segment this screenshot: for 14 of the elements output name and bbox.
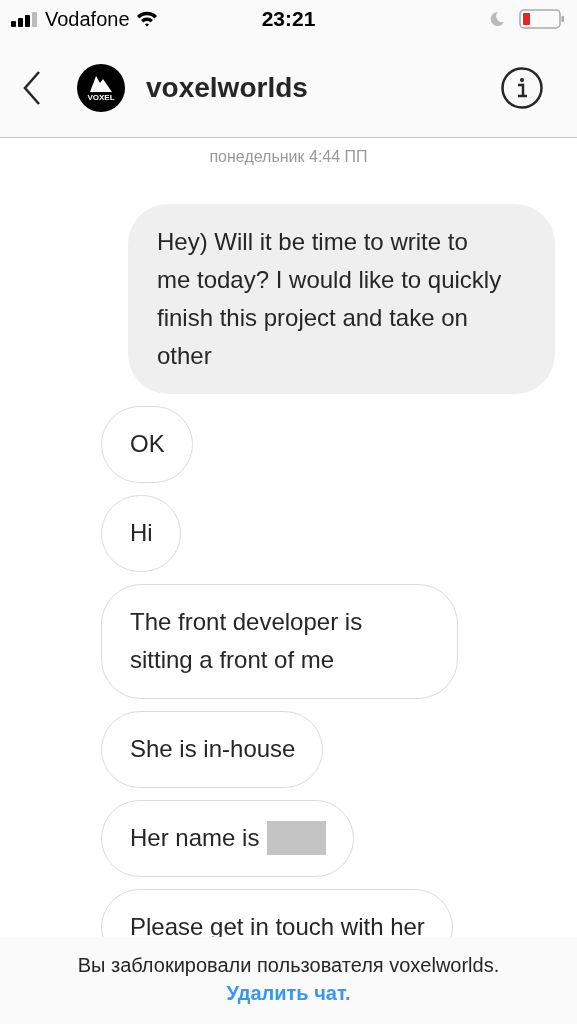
chat-title[interactable]: voxelworlds — [146, 71, 501, 104]
moon-icon — [489, 11, 505, 27]
avatar-label: VOXEL — [87, 92, 115, 102]
message-bubble: Hey) Will it be time to write to me today? I would like to quickly finish this project and take on other — [128, 204, 555, 394]
back-icon[interactable] — [22, 69, 42, 106]
blocked-notice: Вы заблокировали пользователя voxelworlds. — [77, 953, 500, 978]
avatar[interactable]: VOXEL — [77, 63, 125, 112]
wifi-icon — [135, 11, 158, 27]
clock-time: 23:21 — [261, 7, 316, 31]
carrier-name: Vodafone — [45, 7, 130, 31]
timestamp: понедельник 4:44 ПП — [208, 148, 369, 166]
signal-icon — [11, 11, 39, 27]
info-icon[interactable] — [501, 66, 543, 109]
message-bubble: The front developer is sitting a front of me — [101, 584, 458, 699]
